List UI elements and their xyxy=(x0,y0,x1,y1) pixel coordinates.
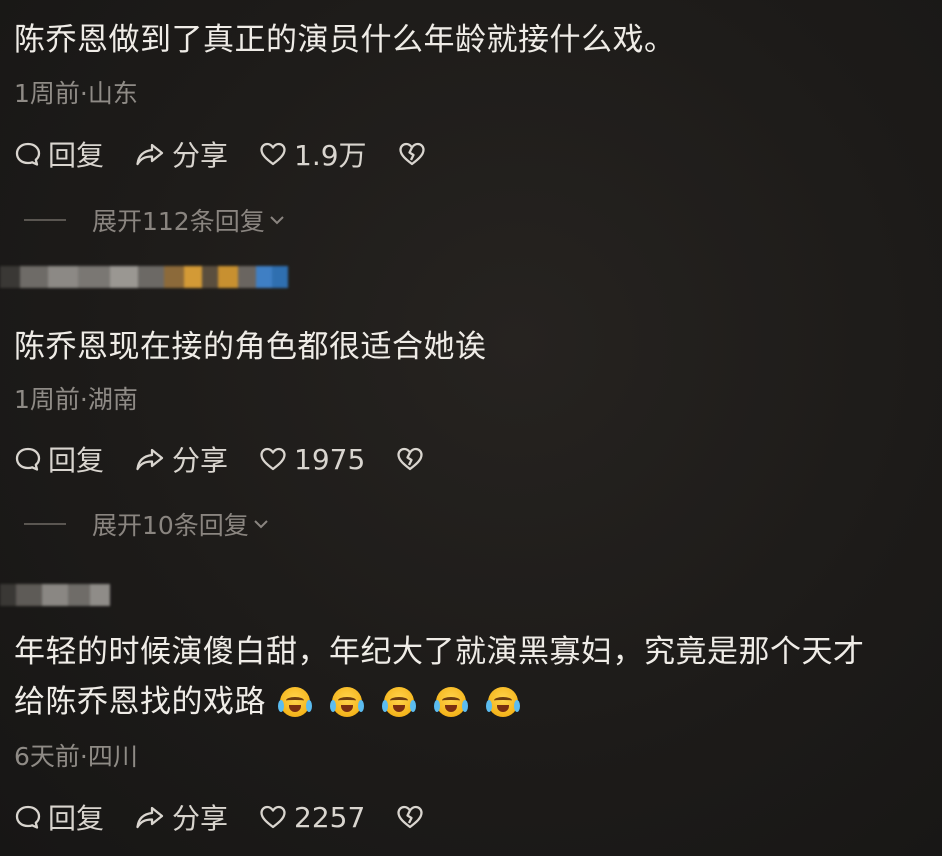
comment-text-line1: 年轻的时候演傻白甜，年纪大了就演黑寡妇，究竟是那个天才 xyxy=(14,634,865,670)
like-button[interactable]: 1.9万 xyxy=(258,134,367,174)
share-label: 分享 xyxy=(172,802,229,835)
avatar-username-blurred[interactable] xyxy=(0,266,288,288)
heart-icon xyxy=(260,805,286,829)
comment-text-line2: 给陈乔恩找的戏路 xyxy=(14,680,520,724)
expand-replies[interactable]: 展开10条回复 xyxy=(24,506,270,542)
crying-laughing-emoji-icon xyxy=(434,687,468,717)
share-button[interactable]: 分享 xyxy=(134,134,228,174)
like-count: 1975 xyxy=(294,442,366,476)
comment-text: 陈乔恩做到了真正的演员什么年龄就接什么戏。 xyxy=(14,22,676,58)
chevron-down-icon xyxy=(254,520,268,529)
chevron-down-icon xyxy=(270,216,284,225)
heart-icon xyxy=(260,447,286,471)
comment-actions: 回复 分享 1975 xyxy=(14,439,461,479)
like-count: 1.9万 xyxy=(294,139,367,172)
comment-actions: 回复 分享 2257 xyxy=(14,797,461,837)
reply-label: 回复 xyxy=(48,802,105,835)
share-button[interactable]: 分享 xyxy=(134,439,228,479)
divider xyxy=(24,523,66,525)
reply-label: 回复 xyxy=(48,139,105,172)
crying-laughing-emoji-icon xyxy=(382,687,416,717)
avatar-username-blurred[interactable] xyxy=(0,584,110,606)
reply-button[interactable]: 回复 xyxy=(14,134,104,174)
share-button[interactable]: 分享 xyxy=(134,797,228,837)
expand-label: 展开10条回复 xyxy=(92,511,249,540)
dislike-button[interactable] xyxy=(395,445,431,473)
expand-replies[interactable]: 展开112条回复 xyxy=(24,202,286,238)
crying-laughing-emoji-icon xyxy=(278,687,312,717)
dislike-button[interactable] xyxy=(395,803,431,831)
reply-button[interactable]: 回复 xyxy=(14,797,104,837)
broken-heart-icon xyxy=(397,805,423,829)
share-arrow-icon xyxy=(136,448,164,471)
comment-text-line2-label: 给陈乔恩找的戏路 xyxy=(14,684,266,720)
like-button[interactable]: 2257 xyxy=(258,801,365,834)
broken-heart-icon xyxy=(397,447,423,471)
broken-heart-icon xyxy=(398,142,425,166)
comment-text: 陈乔恩现在接的角色都很适合她诶 xyxy=(14,329,487,365)
comment-actions: 回复 分享 1.9万 xyxy=(14,134,463,174)
speech-bubble-icon xyxy=(15,805,41,829)
share-label: 分享 xyxy=(172,444,229,477)
comment-meta: 1周前·湖南 xyxy=(14,385,138,414)
speech-bubble-icon xyxy=(15,447,41,471)
crying-laughing-emoji-icon xyxy=(486,687,520,717)
comment-meta: 6天前·四川 xyxy=(14,742,138,771)
share-arrow-icon xyxy=(136,806,164,829)
reply-button[interactable]: 回复 xyxy=(14,439,104,479)
divider xyxy=(24,219,66,221)
share-arrow-icon xyxy=(136,143,164,166)
dislike-button[interactable] xyxy=(397,140,433,168)
share-label: 分享 xyxy=(172,139,229,172)
speech-bubble-icon xyxy=(15,142,41,166)
like-button[interactable]: 1975 xyxy=(258,443,365,476)
crying-laughing-emoji-icon xyxy=(330,687,364,717)
heart-icon xyxy=(260,142,286,166)
comment-meta: 1周前·山东 xyxy=(14,79,138,108)
like-count: 2257 xyxy=(294,800,366,834)
expand-label: 展开112条回复 xyxy=(92,207,265,236)
reply-label: 回复 xyxy=(48,444,105,477)
